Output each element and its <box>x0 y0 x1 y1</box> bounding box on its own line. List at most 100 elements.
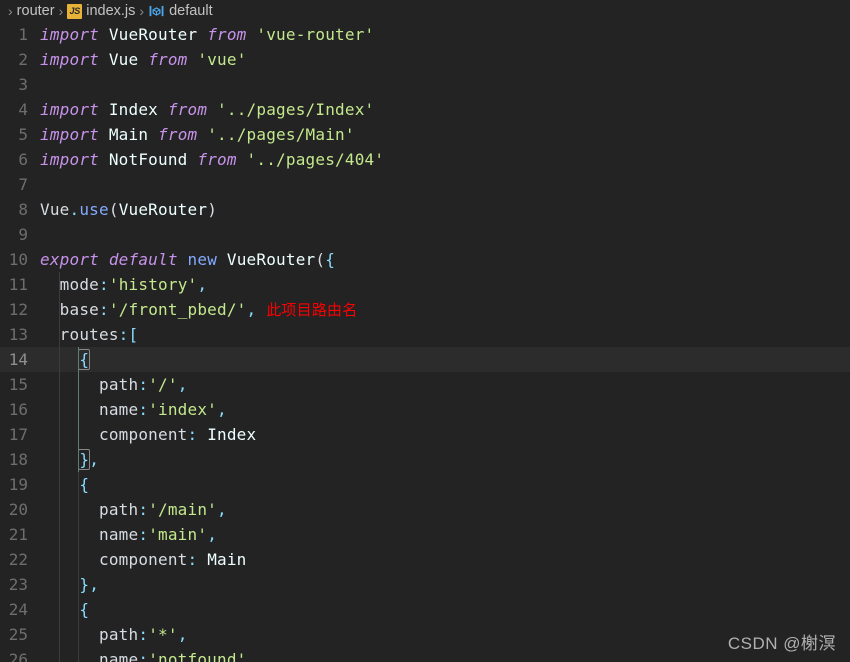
code-line-text[interactable]: { <box>36 597 850 622</box>
code-line[interactable]: 26 name:'notfound' <box>0 647 850 662</box>
code-token: 'vue' <box>197 50 247 69</box>
code-line[interactable]: 17 component: Index <box>0 422 850 447</box>
code-token: Main <box>207 550 247 569</box>
code-line[interactable]: 13 routes:[ <box>0 322 850 347</box>
code-token: routes <box>59 325 119 344</box>
line-number: 22 <box>8 550 28 569</box>
code-line[interactable]: 6 import NotFound from '../pages/404' <box>0 147 850 172</box>
code-line-text[interactable] <box>36 72 850 97</box>
code-token: name <box>99 650 139 662</box>
code-token: ( <box>108 200 119 219</box>
code-line[interactable]: 5 import Main from '../pages/Main' <box>0 122 850 147</box>
line-number: 24 <box>8 600 28 619</box>
code-token: export <box>40 250 99 269</box>
code-token: '../pages/Index' <box>217 100 375 119</box>
code-line-text[interactable]: }, <box>36 572 850 597</box>
code-line[interactable]: 1 import VueRouter from 'vue-router' <box>0 22 850 47</box>
code-line[interactable]: 22 component: Main <box>0 547 850 572</box>
code-line[interactable]: 7 <box>0 172 850 197</box>
code-line-text[interactable] <box>36 222 850 247</box>
code-editor[interactable]: 1 import VueRouter from 'vue-router' 2 impo… <box>0 22 850 662</box>
code-line[interactable]: 9 <box>0 222 850 247</box>
code-line-text[interactable]: mode:'history', <box>36 272 850 297</box>
code-line-text[interactable]: component: Index <box>36 422 850 447</box>
code-token: [ <box>128 325 139 344</box>
code-token: } <box>78 449 91 470</box>
code-line[interactable]: 19 { <box>0 472 850 497</box>
line-number: 19 <box>8 475 28 494</box>
code-line[interactable]: 16 name:'index', <box>0 397 850 422</box>
code-line[interactable]: 21 name:'main', <box>0 522 850 547</box>
code-token: : <box>118 325 129 344</box>
code-token: '*' <box>148 625 178 644</box>
code-line[interactable]: 4 import Index from '../pages/Index' <box>0 97 850 122</box>
line-number: 16 <box>8 400 28 419</box>
code-line-text[interactable]: base:'/front_pbed/', 此项目路由名 <box>36 297 850 322</box>
code-line[interactable]: 14 { <box>0 347 850 372</box>
code-line[interactable]: 8 Vue.use(VueRouter) <box>0 197 850 222</box>
code-token: . <box>69 200 80 219</box>
code-line[interactable]: 10 export default new VueRouter({ <box>0 247 850 272</box>
code-line-text[interactable]: path:'/main', <box>36 497 850 522</box>
code-token: import <box>40 50 99 69</box>
code-line-text[interactable] <box>36 172 850 197</box>
code-token: } <box>79 575 90 594</box>
code-line-text[interactable]: component: Main <box>36 547 850 572</box>
code-line-text[interactable]: import VueRouter from 'vue-router' <box>36 22 850 47</box>
code-token: from <box>197 150 237 169</box>
code-line-text[interactable]: name:'main', <box>36 522 850 547</box>
code-line[interactable]: 23 }, <box>0 572 850 597</box>
code-token: , <box>89 575 100 594</box>
code-line[interactable]: 18 }, <box>0 447 850 472</box>
code-line-text[interactable]: import Vue from 'vue' <box>36 47 850 72</box>
code-line[interactable]: 24 { <box>0 597 850 622</box>
code-line-text[interactable]: { <box>36 472 850 497</box>
code-token: from <box>167 100 208 119</box>
code-line-text[interactable]: import Index from '../pages/Index' <box>36 97 850 122</box>
code-line-text[interactable]: import NotFound from '../pages/404' <box>36 147 850 172</box>
breadcrumb-item-router[interactable]: router <box>17 3 55 19</box>
code-line-text[interactable]: export default new VueRouter({ <box>36 247 850 272</box>
code-line-text[interactable]: path:'*', <box>36 622 850 647</box>
code-token: : <box>187 550 198 569</box>
code-line-text[interactable]: { <box>36 347 850 372</box>
code-line[interactable]: 20 path:'/main', <box>0 497 850 522</box>
code-line[interactable]: 25 path:'*', <box>0 622 850 647</box>
code-line[interactable]: 3 <box>0 72 850 97</box>
code-line-text[interactable]: name:'index', <box>36 397 850 422</box>
code-token: Vue <box>40 200 70 219</box>
code-line[interactable]: 12 base:'/front_pbed/', 此项目路由名 <box>0 297 850 322</box>
code-line-text[interactable]: }, <box>36 447 850 472</box>
code-line[interactable]: 2 import Vue from 'vue' <box>0 47 850 72</box>
code-line-text[interactable]: path:'/', <box>36 372 850 397</box>
code-token: path <box>99 375 139 394</box>
code-line-text[interactable]: import Main from '../pages/Main' <box>36 122 850 147</box>
code-line-text[interactable]: name:'notfound' <box>36 647 850 662</box>
code-token: from <box>207 25 247 44</box>
code-line[interactable]: 11 mode:'history', <box>0 272 850 297</box>
line-number: 5 <box>18 125 28 144</box>
breadcrumb-item-index-js[interactable]: JS index.js <box>67 3 135 19</box>
code-line[interactable]: 15 path:'/', <box>0 372 850 397</box>
breadcrumb-label-index-js: index.js <box>86 3 136 19</box>
code-line-text[interactable]: routes:[ <box>36 322 850 347</box>
code-token: 此项目路由名 <box>266 301 358 319</box>
code-lines-container[interactable]: 1 import VueRouter from 'vue-router' 2 impo… <box>0 22 850 662</box>
breadcrumb-separator-1: › <box>58 3 64 19</box>
code-line-text[interactable]: Vue.use(VueRouter) <box>36 197 850 222</box>
line-number: 15 <box>8 375 28 394</box>
code-token: default <box>108 250 178 269</box>
line-number: 12 <box>8 300 28 319</box>
breadcrumb-item-default[interactable]: default <box>148 3 213 19</box>
